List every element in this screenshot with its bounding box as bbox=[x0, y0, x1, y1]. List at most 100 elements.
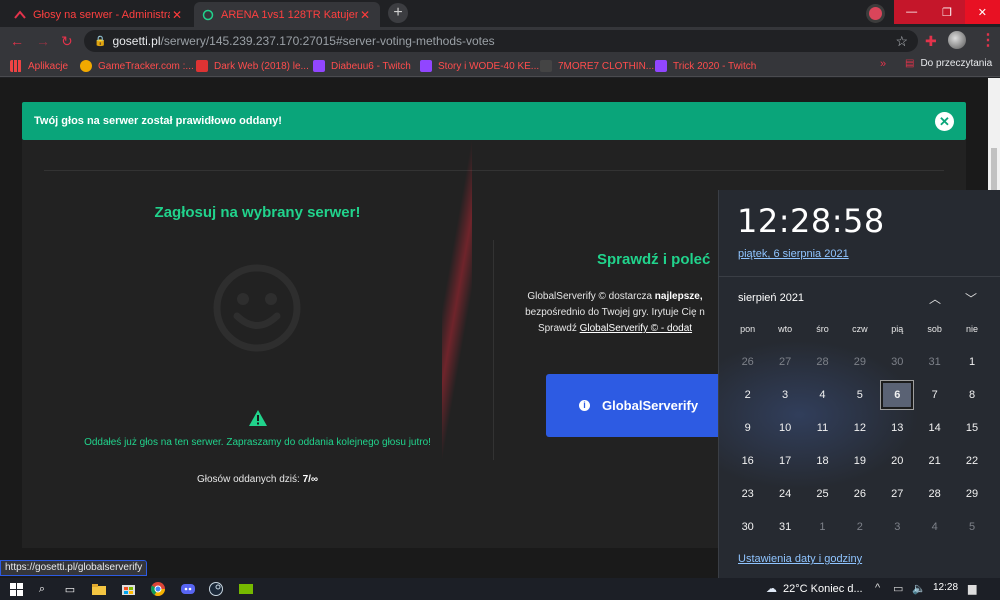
calendar-day[interactable]: 12 bbox=[841, 411, 878, 444]
file-explorer-icon[interactable] bbox=[91, 581, 107, 597]
address-bar[interactable]: 🔒 gosetti.pl /serwery/145.239.237.170:27… bbox=[84, 30, 918, 52]
tab-close-icon[interactable]: ✕ bbox=[358, 8, 372, 22]
globalserverify-button[interactable]: i GlobalServerify bbox=[546, 374, 726, 437]
calendar-day[interactable]: 9 bbox=[729, 411, 766, 444]
chevron-down-icon[interactable]: ﹀ bbox=[965, 290, 977, 307]
alert-close-icon[interactable]: ✕ bbox=[935, 112, 954, 131]
reading-list-button[interactable]: ▤ Do przeczytania bbox=[905, 58, 992, 69]
forward-arrow-icon[interactable]: → bbox=[36, 33, 50, 49]
browser-toolbar: ← → ↻ 🔒 gosetti.pl /serwery/145.239.237.… bbox=[0, 27, 1000, 55]
calendar-day[interactable]: 2 bbox=[841, 510, 878, 543]
calendar-day[interactable]: 1 bbox=[953, 345, 990, 378]
calendar-day[interactable]: 26 bbox=[729, 345, 766, 378]
weekday-label: nie bbox=[966, 324, 979, 334]
calendar-day[interactable]: 27 bbox=[766, 345, 803, 378]
calendar-day[interactable]: 26 bbox=[841, 477, 878, 510]
date-time-settings-link[interactable]: Ustawienia daty i godziny bbox=[738, 553, 862, 565]
bookmark-item[interactable]: 7MORE7 CLOTHIN... bbox=[540, 58, 654, 74]
extensions-icon[interactable]: ✚ bbox=[925, 33, 937, 50]
calendar-day[interactable]: 17 bbox=[766, 444, 803, 477]
maximize-button[interactable]: ❐ bbox=[929, 0, 965, 24]
calendar-day[interactable]: 23 bbox=[729, 477, 766, 510]
bookmark-star-icon[interactable]: ☆ bbox=[895, 33, 908, 50]
calendar-day[interactable]: 3 bbox=[766, 378, 803, 411]
bookmark-item[interactable]: Aplikacje bbox=[10, 58, 68, 74]
calendar-day[interactable]: 29 bbox=[953, 477, 990, 510]
votes-today-label: Głosów oddanych dziś: bbox=[196, 474, 300, 485]
nvidia-icon[interactable] bbox=[238, 581, 254, 597]
calendar-day[interactable]: 29 bbox=[841, 345, 878, 378]
notification-icon[interactable]: ▆ bbox=[968, 582, 976, 595]
tab-close-icon[interactable]: ✕ bbox=[170, 8, 184, 22]
calendar-day[interactable]: 14 bbox=[916, 411, 953, 444]
smiley-icon bbox=[212, 263, 302, 358]
media-control-icon[interactable] bbox=[866, 4, 885, 23]
steam-icon[interactable] bbox=[208, 581, 224, 597]
calendar-day[interactable]: 18 bbox=[804, 444, 841, 477]
calendar-day[interactable]: 10 bbox=[766, 411, 803, 444]
bookmark-item[interactable]: GameTracker.com :... bbox=[80, 58, 194, 74]
bookmarks-more-icon[interactable]: » bbox=[880, 58, 886, 70]
calendar-day[interactable]: 13 bbox=[879, 411, 916, 444]
menu-dots-icon[interactable]: ⋮ bbox=[980, 30, 996, 50]
close-window-button[interactable]: ✕ bbox=[964, 0, 1000, 24]
search-icon[interactable]: ⌕ bbox=[34, 581, 50, 597]
calendar-day[interactable]: 11 bbox=[804, 411, 841, 444]
globalserverify-link[interactable]: GlobalServerify © - dodat bbox=[580, 323, 692, 334]
task-view-icon[interactable]: ▭ bbox=[62, 581, 78, 597]
calendar-day-today[interactable]: 6 bbox=[879, 378, 916, 411]
vote-section-title: Zagłosuj na wybrany serwer! bbox=[154, 204, 361, 221]
calendar-day[interactable]: 3 bbox=[879, 510, 916, 543]
calendar-day[interactable]: 20 bbox=[879, 444, 916, 477]
calendar-day[interactable]: 24 bbox=[766, 477, 803, 510]
calendar-day[interactable]: 21 bbox=[916, 444, 953, 477]
cda-icon bbox=[196, 60, 208, 72]
new-tab-button[interactable]: + bbox=[388, 3, 408, 23]
taskbar-clock[interactable]: 12:28 bbox=[933, 582, 958, 593]
calendar-day[interactable]: 7 bbox=[916, 378, 953, 411]
calendar-day[interactable]: 28 bbox=[916, 477, 953, 510]
minimize-button[interactable]: — bbox=[894, 0, 930, 24]
bookmark-item[interactable]: Diabeuu6 - Twitch bbox=[313, 58, 411, 74]
calendar-day[interactable]: 28 bbox=[804, 345, 841, 378]
calendar-day[interactable]: 8 bbox=[953, 378, 990, 411]
calendar-day[interactable]: 5 bbox=[953, 510, 990, 543]
store-icon[interactable] bbox=[120, 581, 136, 597]
calendar-day[interactable]: 30 bbox=[729, 510, 766, 543]
calendar-day[interactable]: 31 bbox=[766, 510, 803, 543]
chevron-up-icon[interactable]: ^ bbox=[875, 582, 880, 594]
calendar-day[interactable]: 5 bbox=[841, 378, 878, 411]
calendar-day[interactable]: 2 bbox=[729, 378, 766, 411]
taskbar: ⌕ ▭ ☁ 22°C Koniec d... ^ ▭ 🔈 12:28 ▆ bbox=[0, 578, 1000, 600]
volume-icon[interactable]: 🔈 bbox=[912, 582, 926, 595]
avatar[interactable] bbox=[948, 31, 966, 49]
back-arrow-icon[interactable]: ← bbox=[10, 33, 24, 49]
network-icon[interactable]: ▭ bbox=[893, 582, 903, 595]
tab-arena[interactable]: ARENA 1vs1 128TR Katujemy.eu ✕ bbox=[194, 2, 380, 27]
calendar-day[interactable]: 1 bbox=[804, 510, 841, 543]
bookmark-item[interactable]: Trick 2020 - Twitch bbox=[655, 58, 756, 74]
tab-glosy[interactable]: Głosy na serwer - Administracja ✕ bbox=[6, 2, 192, 27]
calendar-day[interactable]: 27 bbox=[879, 477, 916, 510]
calendar-day[interactable]: 4 bbox=[916, 510, 953, 543]
bookmark-item[interactable]: Dark Web (2018) le... bbox=[196, 58, 309, 74]
calendar-day[interactable]: 22 bbox=[953, 444, 990, 477]
chrome-icon[interactable] bbox=[150, 581, 166, 597]
weekday-label: sob bbox=[927, 324, 942, 334]
calendar-day[interactable]: 25 bbox=[804, 477, 841, 510]
bookmark-item[interactable]: Story i WODE-40 KE... bbox=[420, 58, 539, 74]
chevron-up-icon[interactable]: ︿ bbox=[929, 290, 941, 307]
weather-widget[interactable]: ☁ 22°C Koniec d... bbox=[766, 582, 863, 596]
calendar-day[interactable]: 31 bbox=[916, 345, 953, 378]
calendar-day[interactable]: 19 bbox=[841, 444, 878, 477]
calendar-day[interactable]: 15 bbox=[953, 411, 990, 444]
warning-icon bbox=[248, 409, 268, 432]
month-label[interactable]: sierpień 2021 bbox=[738, 292, 804, 304]
full-date-link[interactable]: piątek, 6 sierpnia 2021 bbox=[738, 248, 849, 260]
calendar-day[interactable]: 4 bbox=[804, 378, 841, 411]
windows-start-icon[interactable] bbox=[8, 581, 24, 597]
calendar-day[interactable]: 16 bbox=[729, 444, 766, 477]
discord-icon[interactable] bbox=[180, 581, 196, 597]
calendar-day[interactable]: 30 bbox=[879, 345, 916, 378]
reload-icon[interactable]: ↻ bbox=[61, 33, 73, 50]
